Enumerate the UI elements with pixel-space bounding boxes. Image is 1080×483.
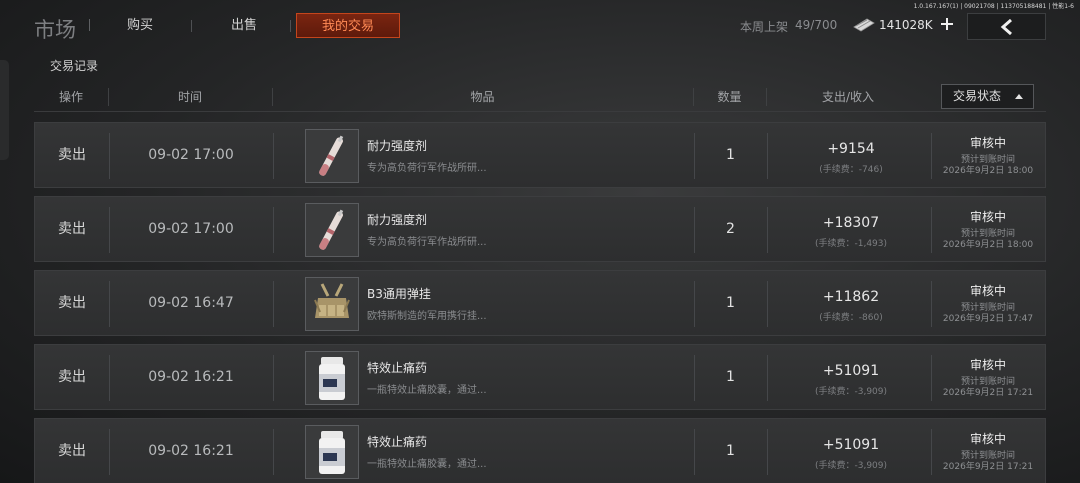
- eta-time: 2026年9月2日 18:00: [942, 166, 1034, 176]
- tab-divider: [191, 20, 192, 32]
- time-cell: 09-02 17:00: [148, 221, 234, 237]
- item-description: 专为高负荷行军作战所研...: [367, 163, 487, 174]
- status-text: 审核中: [969, 210, 1006, 224]
- operation-cell: 卖出: [58, 295, 86, 311]
- fee-amount: (手续费：-746): [819, 165, 883, 175]
- side-drawer-handle[interactable]: [0, 60, 9, 160]
- trade-row[interactable]: 卖出 09-02 17:00 耐力强度剂 专为高负荷行军作战所研... 1 +9…: [34, 122, 1046, 188]
- eta-time: 2026年9月2日 17:47: [942, 314, 1034, 324]
- trade-row[interactable]: 卖出 09-02 16:21 特效止痛药 一瓶特效止痛胶囊，通过... 1 +5…: [34, 344, 1046, 410]
- trade-row[interactable]: 卖出 09-02 16:21 特效止痛药 一瓶特效止痛胶囊，通过... 1 +5…: [34, 418, 1046, 483]
- item-description: 欧特斯制造的军用携行挂...: [367, 311, 487, 322]
- item-description: 专为高负荷行军作战所研...: [367, 237, 487, 248]
- column-operation: 操作: [58, 90, 83, 104]
- weekly-listing-label: 本周上架: [740, 20, 789, 34]
- operation-cell: 卖出: [58, 369, 86, 385]
- page-title: 市场: [34, 18, 76, 42]
- item-name: 特效止痛药: [367, 435, 428, 449]
- caret-up-icon: [1015, 94, 1023, 99]
- time-cell: 09-02 17:00: [148, 147, 234, 163]
- top-bar: 市场 购买 出售 我的交易 本周上架 49/700 141028K: [0, 8, 1080, 46]
- item-thumbnail[interactable]: [305, 351, 359, 405]
- status-text: 审核中: [969, 136, 1006, 150]
- tab-divider: [290, 20, 291, 32]
- time-cell: 09-02 16:47: [148, 295, 234, 311]
- fee-amount: (手续费：-3,909): [814, 387, 888, 397]
- cell-divider: [273, 429, 274, 475]
- income-amount: +18307: [822, 215, 880, 231]
- add-currency-button[interactable]: [939, 16, 955, 32]
- column-item: 物品: [470, 90, 495, 104]
- column-time: 时间: [177, 90, 202, 104]
- cell-divider: [767, 429, 768, 475]
- banknote-icon: [853, 18, 875, 32]
- status-text: 审核中: [969, 432, 1006, 446]
- income-amount: +51091: [822, 437, 880, 453]
- item-thumbnail[interactable]: [305, 129, 359, 183]
- currency-balance: 141028K: [879, 18, 933, 32]
- trade-row[interactable]: 卖出 09-02 17:00 耐力强度剂 专为高负荷行军作战所研... 2 +1…: [34, 196, 1046, 262]
- income-amount: +51091: [822, 363, 880, 379]
- pill-bottle-icon: [319, 431, 345, 474]
- cell-divider: [273, 281, 274, 327]
- fee-amount: (手续费：-1,493): [814, 239, 888, 249]
- trade-row[interactable]: 卖出 09-02 16:47 B3通用弹挂 欧特斯制造的军用携行挂... 1 +…: [34, 270, 1046, 336]
- quantity-cell: 1: [726, 147, 735, 163]
- cell-divider: [767, 207, 768, 253]
- item-name: 耐力强度剂: [367, 139, 428, 153]
- column-amount: 支出/收入: [821, 90, 875, 104]
- operation-cell: 卖出: [58, 147, 86, 163]
- operation-cell: 卖出: [58, 221, 86, 237]
- column-quantity: 数量: [717, 90, 742, 104]
- fee-amount: (手续费：-860): [819, 313, 883, 323]
- cell-divider: [767, 133, 768, 179]
- tab-sell[interactable]: 出售: [216, 13, 272, 38]
- cell-divider: [273, 207, 274, 253]
- cell-divider: [273, 133, 274, 179]
- cell-divider: [767, 281, 768, 327]
- time-cell: 09-02 16:21: [148, 443, 234, 459]
- chevron-left-icon: [1000, 19, 1012, 35]
- item-description: 一瓶特效止痛胶囊，通过...: [367, 459, 487, 470]
- section-title: 交易记录: [50, 59, 99, 73]
- weekly-listing-value: 49/700: [795, 18, 838, 32]
- pill-bottle-icon: [319, 357, 345, 400]
- table-header: 操作 时间 物品 数量 支出/收入 交易状态: [34, 82, 1046, 112]
- eta-time: 2026年9月2日 17:21: [942, 388, 1034, 398]
- chest-rig-icon: [314, 283, 350, 318]
- quantity-cell: 1: [726, 295, 735, 311]
- cell-divider: [273, 355, 274, 401]
- fee-amount: (手续费：-3,909): [814, 461, 888, 471]
- injector-syringe-icon: [319, 135, 344, 176]
- quantity-cell: 2: [726, 221, 735, 237]
- item-description: 一瓶特效止痛胶囊，通过...: [367, 385, 487, 396]
- status-text: 审核中: [969, 284, 1006, 298]
- tab-buy[interactable]: 购买: [112, 13, 168, 38]
- item-thumbnail[interactable]: [305, 277, 359, 331]
- item-name: B3通用弹挂: [367, 287, 431, 301]
- item-name: 耐力强度剂: [367, 213, 428, 227]
- status-text: 审核中: [969, 358, 1006, 372]
- status-sort-button[interactable]: 交易状态: [941, 84, 1034, 109]
- column-status: 交易状态: [953, 89, 1002, 103]
- item-name: 特效止痛药: [367, 361, 428, 375]
- quantity-cell: 1: [726, 369, 735, 385]
- tab-my-trades[interactable]: 我的交易: [296, 13, 400, 38]
- income-amount: +9154: [827, 141, 875, 157]
- eta-time: 2026年9月2日 17:21: [942, 462, 1034, 472]
- eta-time: 2026年9月2日 18:00: [942, 240, 1034, 250]
- item-thumbnail[interactable]: [305, 203, 359, 257]
- title-divider: [89, 19, 90, 31]
- cell-divider: [767, 355, 768, 401]
- item-thumbnail[interactable]: [305, 425, 359, 479]
- income-amount: +11862: [822, 289, 880, 305]
- operation-cell: 卖出: [58, 443, 86, 459]
- back-button[interactable]: [967, 13, 1046, 40]
- trade-records-panel: 交易记录 操作 时间 物品 数量 支出/收入 交易状态 卖出 09-02 17:…: [34, 46, 1046, 483]
- injector-syringe-icon: [319, 209, 344, 250]
- time-cell: 09-02 16:21: [148, 369, 234, 385]
- quantity-cell: 1: [726, 443, 735, 459]
